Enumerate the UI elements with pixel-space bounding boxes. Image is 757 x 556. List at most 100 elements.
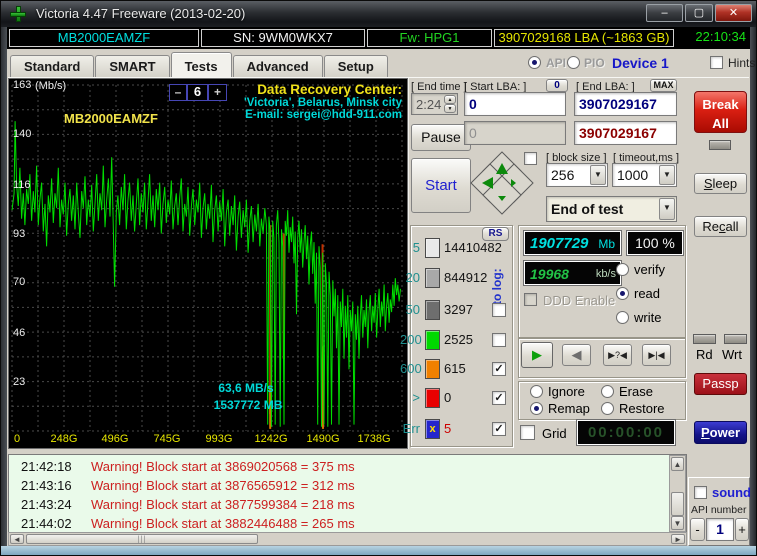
zoom-out-button[interactable]: – (169, 84, 187, 101)
chevron-down-icon[interactable] (659, 165, 675, 185)
bucket-threshold-label: 20 (400, 270, 420, 285)
read-led (693, 334, 716, 344)
bucket-log-checkbox[interactable] (492, 362, 506, 376)
start-button[interactable]: Start (411, 158, 471, 213)
action-restore-radio[interactable] (601, 402, 614, 415)
sound-checkbox[interactable] (694, 486, 707, 499)
y-tick-label: 93 (13, 228, 25, 240)
bucket-count: 844912 (444, 270, 487, 285)
mode-read-radio[interactable] (616, 287, 629, 300)
zoom-in-button[interactable]: + (208, 84, 227, 101)
power-button[interactable]: Power (694, 421, 747, 444)
bucket-count: 5 (444, 421, 451, 436)
pause-button[interactable]: Pause (411, 124, 471, 151)
tab-smart[interactable]: SMART (95, 55, 169, 78)
tab-setup[interactable]: Setup (324, 55, 388, 78)
chevron-down-icon[interactable] (590, 165, 606, 185)
end-time-down-arrow[interactable]: ▼ (444, 104, 456, 113)
log-message: Warning! Block start at 3869020568 = 375… (91, 459, 355, 474)
x-tick-label: 993G (199, 433, 239, 445)
mode-write-radio[interactable] (616, 311, 629, 324)
bucket-threshold-label: Err (400, 421, 420, 436)
vscroll-thumb[interactable] (671, 492, 684, 516)
recall-button[interactable]: Recall (694, 216, 747, 237)
bucket-threshold-label: 50 (400, 302, 420, 317)
bucket-color-swatch (425, 330, 440, 350)
tab-advanced[interactable]: Advanced (233, 55, 323, 78)
grid-checkbox[interactable] (520, 425, 535, 440)
maximize-button[interactable]: ▢ (685, 4, 713, 22)
tab-strip: StandardSMARTTestsAdvancedSetup (10, 51, 389, 78)
scroll-up-icon[interactable]: ▲ (671, 457, 684, 471)
rs-button[interactable]: RS (482, 227, 509, 241)
bucket-threshold-label: 200 (400, 332, 420, 347)
zoom-value: 6 (187, 84, 208, 101)
play-button[interactable]: ▶ (521, 342, 553, 368)
tab-tests[interactable]: Tests (171, 52, 232, 78)
scroll-left-icon[interactable]: ◄ (10, 534, 24, 544)
log-vscrollbar[interactable]: ▲ ▼ (669, 455, 686, 532)
scroll-down-icon[interactable]: ▼ (671, 516, 684, 530)
hints-checkbox[interactable] (710, 56, 723, 69)
tab-standard[interactable]: Standard (10, 55, 94, 78)
bucket-color-swatch (425, 388, 440, 408)
read-led-label: Rd (696, 347, 713, 362)
minimize-button[interactable]: – (646, 4, 683, 22)
api-minus-button[interactable]: - (690, 518, 705, 541)
end-action-select[interactable]: End of test (546, 196, 677, 222)
y-tick-label: 46 (13, 327, 25, 339)
scan-button[interactable]: ▶?◀ (603, 344, 632, 366)
end-lba-current (574, 121, 677, 145)
log-time: 21:44:02 (21, 516, 72, 531)
api-radio[interactable] (528, 56, 541, 69)
nav-checkbox[interactable] (524, 152, 537, 165)
scroll-right-icon[interactable]: ► (671, 534, 685, 544)
mode-verify-radio[interactable] (616, 263, 629, 276)
action-remap-radio[interactable] (530, 402, 543, 415)
bucket-log-checkbox[interactable] (492, 422, 506, 436)
api-plus-button[interactable]: + (735, 518, 749, 541)
break-all-button[interactable]: Break All (694, 91, 747, 133)
mode-read-label: read (634, 286, 660, 301)
chevron-down-icon[interactable] (659, 198, 675, 220)
hscroll-thumb[interactable]: ||| (26, 534, 258, 544)
y-tick-label: 23 (13, 376, 25, 388)
log-row[interactable]: 21:42:18Warning! Block start at 38690205… (9, 459, 686, 478)
graph-zoom-widget: – 6 + (169, 84, 227, 101)
end-time-up-arrow[interactable]: ▲ (444, 95, 456, 104)
bucket-log-checkbox[interactable] (492, 303, 506, 317)
speed-graph: MB2000EAMZF – 6 + Data Recovery Center: … (8, 78, 408, 449)
bucket-threshold-label: 5 (400, 240, 420, 255)
rewind-button[interactable]: ◀ (562, 344, 591, 366)
drive-model: MB2000EAMZF (9, 29, 199, 47)
mode-write-label: write (634, 310, 661, 325)
bucket-color-swatch: x (425, 419, 440, 439)
mode-verify-label: verify (634, 262, 665, 277)
vendor-text: Data Recovery Center: 'Victoria', Belaru… (244, 82, 402, 121)
to-log-label: to log: (490, 247, 504, 305)
block-size-select[interactable]: 256 (546, 163, 608, 187)
x-tick-label: 248G (44, 433, 84, 445)
start-lba-zero-button[interactable]: 0 (546, 79, 568, 92)
log-hscrollbar[interactable]: ◄ ||| ► (8, 532, 687, 546)
log-row[interactable]: 21:43:24Warning! Block start at 38775993… (9, 497, 686, 516)
app-window: Victoria 4.47 Freeware (2013-02-20) – ▢ … (0, 0, 757, 556)
drive-info-bar: MB2000EAMZF SN: 9WM0WKX7 Fw: HPG1 390702… (7, 27, 750, 49)
log-message: Warning! Block start at 3876565912 = 312… (91, 478, 355, 493)
step-button[interactable]: ▶|◀ (642, 344, 671, 366)
action-erase-radio[interactable] (601, 385, 614, 398)
bucket-log-checkbox[interactable] (492, 391, 506, 405)
end-time-spinner[interactable]: 2:24 ▲ ▼ (411, 93, 458, 115)
sleep-button[interactable]: Sleep (694, 173, 747, 194)
timeout-select[interactable]: 1000 (612, 163, 677, 187)
grid-lines (12, 85, 402, 431)
action-ignore-radio[interactable] (530, 385, 543, 398)
bucket-log-checkbox[interactable] (492, 333, 506, 347)
start-lba-input[interactable] (464, 92, 566, 116)
end-lba-max-button[interactable]: MAX (650, 79, 677, 92)
log-row[interactable]: 21:43:16Warning! Block start at 38765659… (9, 478, 686, 497)
close-button[interactable]: ✕ (715, 4, 752, 22)
end-lba-input[interactable] (574, 92, 677, 116)
pio-radio[interactable] (567, 56, 580, 69)
passp-button[interactable]: Passp (694, 373, 747, 395)
